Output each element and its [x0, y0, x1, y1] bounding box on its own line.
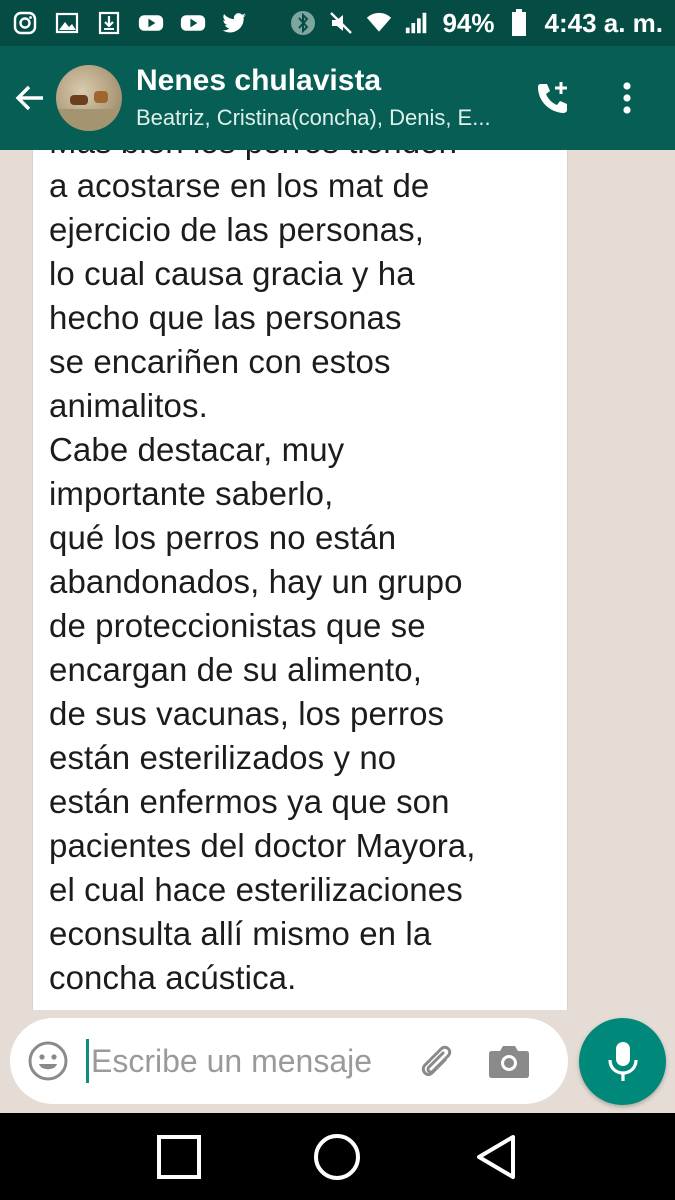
camera-button[interactable]: [485, 1037, 533, 1085]
header-actions: [531, 76, 649, 120]
arrow-back-icon: [15, 85, 43, 111]
camera-icon: [489, 1046, 529, 1078]
signal-icon: [404, 10, 430, 36]
attach-button[interactable]: [411, 1037, 459, 1085]
instagram-icon: [12, 10, 38, 36]
youtube-icon: [180, 10, 206, 36]
twitter-icon: [222, 10, 248, 36]
system-nav-bar: [0, 1113, 675, 1200]
chat-title: Nenes chulavista: [136, 64, 382, 97]
emoji-button[interactable]: [26, 1039, 70, 1083]
group-avatar[interactable]: [56, 65, 122, 131]
more-options-button[interactable]: [605, 76, 649, 120]
add-call-button[interactable]: [531, 76, 575, 120]
clock: 4:43 a. m.: [544, 7, 663, 38]
chat-info[interactable]: Nenes chulavista Beatriz, Cristina(conch…: [136, 63, 531, 133]
mic-icon: [607, 1041, 638, 1081]
back-button[interactable]: [4, 68, 56, 128]
battery-icon: [506, 9, 532, 36]
download-icon: [96, 10, 122, 36]
message-input-box: [10, 1018, 568, 1104]
voice-message-button[interactable]: [579, 1018, 666, 1105]
youtube-icon: [138, 10, 164, 36]
home-icon: [314, 1133, 361, 1180]
notification-icons: [12, 10, 248, 36]
message-bubble[interactable]: Más bien los perros tienden a acostarse …: [32, 150, 568, 1010]
bluetooth-icon: [290, 10, 316, 36]
battery-percent: 94%: [442, 7, 495, 38]
back-triangle-icon: [476, 1134, 515, 1179]
chat-participants: Beatriz, Cristina(concha), Denis, E...: [136, 105, 491, 130]
back-nav-button[interactable]: [468, 1129, 524, 1185]
composer: [0, 1010, 675, 1113]
recents-icon: [157, 1134, 202, 1179]
wifi-icon: [366, 10, 392, 36]
chat-header: Nenes chulavista Beatriz, Cristina(conch…: [0, 46, 675, 150]
recents-button[interactable]: [151, 1129, 207, 1185]
add-call-icon: [538, 82, 567, 113]
emoji-icon: [28, 1041, 68, 1081]
text-cursor: [86, 1039, 89, 1083]
message-text: Más bien los perros tienden a acostarse …: [49, 150, 476, 996]
message-input[interactable]: [91, 1042, 391, 1080]
home-button[interactable]: [309, 1129, 365, 1185]
message-list[interactable]: Más bien los perros tienden a acostarse …: [0, 150, 675, 1010]
paperclip-icon: [421, 1045, 452, 1077]
status-bar: 94% 4:43 a. m.: [0, 0, 675, 46]
gallery-icon: [54, 10, 80, 36]
mute-icon: [328, 10, 354, 36]
system-indicators: 94% 4:43 a. m.: [290, 8, 663, 39]
more-vert-icon: [623, 82, 631, 114]
